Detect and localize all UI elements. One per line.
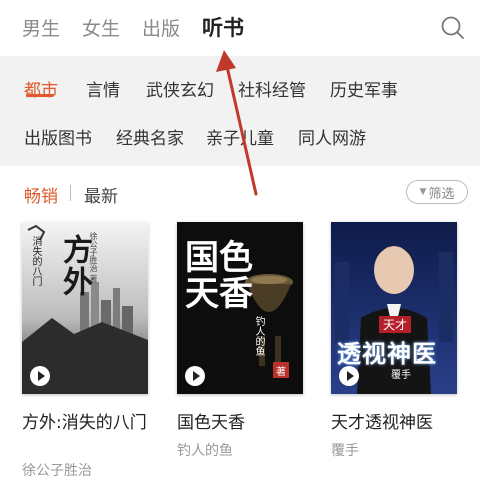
category-item-published-books[interactable]: 出版图书 [24, 124, 92, 149]
book-title[interactable]: 方外:消失的八门 [22, 412, 150, 434]
book-card[interactable]: 方外 消失的八门 徐公子胜治 著 方外:消失的八门 徐公子胜治 [22, 222, 152, 490]
category-item-social-science[interactable]: 社科经管 [238, 76, 306, 101]
book-card[interactable]: 天才 透视神医 覆手 天才透视神医 覆手 [331, 222, 461, 490]
triangle-down-icon: ▼ [419, 187, 427, 197]
sort-bar: 畅销 最新 ▼ 筛选 [0, 170, 480, 214]
book-author: 钓人的鱼 [177, 443, 233, 459]
cover-title: 国色天香 [185, 238, 253, 314]
book-card[interactable]: 国色天香 钓人的鱼 著 国色天香 钓人的鱼 [177, 222, 307, 490]
category-item-fan-fiction[interactable]: 同人网游 [298, 124, 366, 149]
book-author: 徐公子胜治 [22, 463, 92, 479]
category-item-children[interactable]: 亲子儿童 [206, 124, 274, 149]
book-author: 覆手 [331, 443, 359, 459]
book-cover[interactable]: 天才 透视神医 覆手 [331, 222, 457, 394]
sort-latest[interactable]: 最新 [84, 182, 118, 207]
tab-male[interactable]: 男生 [22, 14, 60, 41]
category-item-urban[interactable]: 都市 [24, 76, 58, 101]
book-title[interactable]: 国色天香 [177, 412, 305, 434]
cover-author: 覆手 [391, 370, 411, 381]
play-icon[interactable] [339, 366, 359, 386]
filter-label: 筛选 [428, 186, 455, 202]
tab-publishing[interactable]: 出版 [142, 14, 180, 41]
filter-button[interactable]: ▼ 筛选 [406, 180, 468, 204]
sort-bestseller[interactable]: 畅销 [24, 182, 58, 207]
cover-badge: 著 [273, 362, 289, 378]
cover-title: 透视神医 [337, 339, 437, 368]
top-nav: 男生 女生 出版 听书 [0, 0, 480, 56]
tab-audiobook[interactable]: 听书 [202, 12, 244, 42]
cover-subtitle: 消失的八门 [30, 236, 41, 286]
book-cover[interactable]: 国色天香 钓人的鱼 著 [177, 222, 303, 394]
play-icon[interactable] [30, 366, 50, 386]
cover-tag: 天才 [379, 316, 412, 333]
cover-author: 钓人的鱼 [253, 316, 264, 356]
sort-divider [70, 185, 71, 201]
category-item-history[interactable]: 历史军事 [330, 76, 398, 101]
active-category-indicator [26, 94, 54, 97]
search-button[interactable] [440, 15, 466, 41]
category-item-classics[interactable]: 经典名家 [116, 124, 184, 149]
book-title[interactable]: 天才透视神医 [331, 412, 459, 434]
cover-author: 徐公子胜治 著 [89, 232, 98, 283]
category-item-wuxia[interactable]: 武侠玄幻 [146, 76, 214, 101]
play-icon[interactable] [185, 366, 205, 386]
category-panel: 都市 言情 武侠玄幻 社科经管 历史军事 出版图书 经典名家 亲子儿童 同人网游 [0, 56, 480, 166]
tab-female[interactable]: 女生 [82, 14, 120, 41]
book-cover[interactable]: 方外 消失的八门 徐公子胜治 著 [22, 222, 148, 394]
category-item-romance[interactable]: 言情 [86, 76, 120, 101]
search-icon [441, 16, 464, 39]
